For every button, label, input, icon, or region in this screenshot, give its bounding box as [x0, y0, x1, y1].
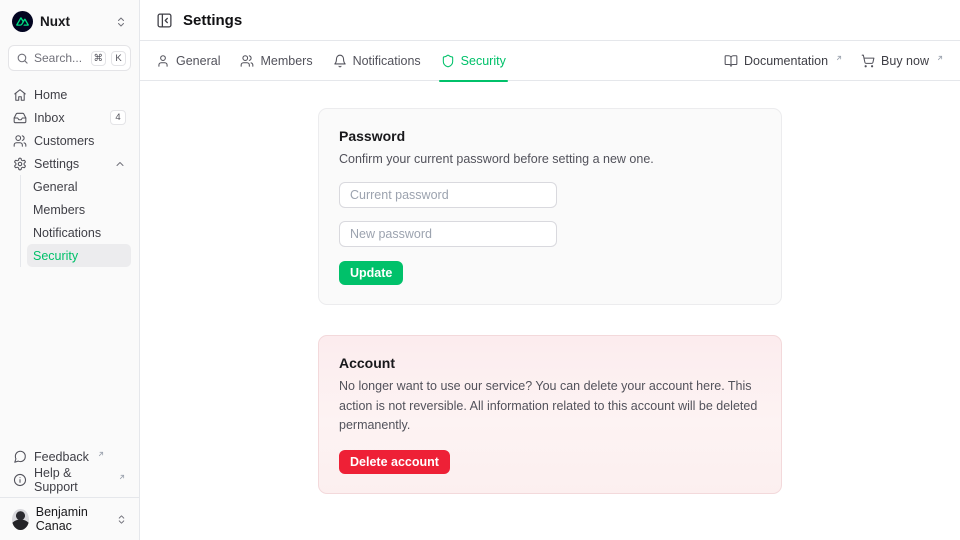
page-header: Settings [140, 0, 960, 41]
kbd-k: K [111, 51, 126, 66]
shopping-cart-icon [861, 54, 875, 68]
documentation-label: Documentation [744, 54, 828, 68]
external-link-icon [118, 473, 126, 481]
sidebar-item-label: Inbox [34, 111, 65, 125]
account-card-title: Account [339, 355, 761, 371]
workspace-switcher[interactable]: Nuxt [8, 8, 131, 35]
external-link-icon [835, 54, 843, 62]
sidebar-item-security[interactable]: Security [27, 244, 131, 267]
sidebar-item-inbox[interactable]: Inbox 4 [8, 106, 131, 129]
sidebar-item-home[interactable]: Home [8, 83, 131, 106]
chevrons-up-down-icon [115, 16, 127, 28]
account-card: Account No longer want to use our servic… [318, 335, 782, 493]
tab-label: Members [260, 54, 312, 68]
book-open-icon [724, 54, 738, 68]
help-support-link[interactable]: Help & Support [8, 468, 131, 491]
feedback-label: Feedback [34, 450, 89, 464]
sidebar-item-label: Settings [34, 157, 79, 171]
update-password-button[interactable]: Update [339, 261, 403, 285]
buy-now-label: Buy now [881, 54, 929, 68]
documentation-link[interactable]: Documentation [724, 54, 843, 68]
sidebar-footer: Feedback Help & Support [8, 445, 131, 497]
external-link-icon [936, 54, 944, 62]
sidebar-item-label: Customers [34, 134, 94, 148]
avatar [12, 509, 29, 530]
account-card-description: No longer want to use our service? You c… [339, 377, 761, 435]
chevron-up-icon [114, 158, 126, 170]
settings-tabbar: General Members Notifications Security [140, 41, 960, 81]
kbd-cmd: ⌘ [91, 51, 107, 66]
collapse-sidebar-button[interactable] [156, 12, 173, 29]
settings-subnav: General Members Notifications Security [20, 175, 131, 267]
sidebar-item-general[interactable]: General [27, 175, 131, 198]
tab-members[interactable]: Members [240, 41, 312, 81]
gear-icon [13, 157, 27, 171]
tab-security[interactable]: Security [441, 41, 506, 81]
sidebar-spacer [8, 267, 131, 445]
nuxt-logo-icon [12, 11, 33, 32]
home-icon [13, 88, 27, 102]
sidebar-item-label: Security [33, 249, 78, 263]
inbox-count-badge: 4 [110, 110, 126, 125]
users-icon [13, 134, 27, 148]
password-card-description: Confirm your current password before set… [339, 150, 761, 169]
search-placeholder: Search... [34, 51, 86, 65]
user-name: Benjamin Canac [36, 505, 109, 533]
sidebar-item-label: Notifications [33, 226, 101, 240]
page-title: Settings [183, 12, 242, 29]
sidebar-item-label: Members [33, 203, 85, 217]
workspace-name: Nuxt [40, 14, 70, 29]
buy-now-link[interactable]: Buy now [861, 54, 944, 68]
chat-bubble-icon [13, 450, 27, 464]
password-card: Password Confirm your current password b… [318, 108, 782, 305]
sidebar: Nuxt Search... ⌘ K Home Inbox 4 [0, 0, 140, 540]
help-support-label: Help & Support [34, 466, 110, 494]
password-card-title: Password [339, 128, 761, 144]
tab-notifications[interactable]: Notifications [333, 41, 421, 81]
sidebar-item-notifications[interactable]: Notifications [27, 221, 131, 244]
sidebar-item-settings[interactable]: Settings [8, 152, 131, 175]
search-icon [16, 52, 29, 65]
chevrons-up-down-icon [116, 514, 127, 525]
tab-label: Notifications [353, 54, 421, 68]
tab-label: Security [461, 54, 506, 68]
inbox-icon [13, 111, 27, 125]
sidebar-item-label: General [33, 180, 77, 194]
delete-account-button[interactable]: Delete account [339, 450, 450, 474]
external-link-icon [97, 450, 105, 458]
info-circle-icon [13, 473, 27, 487]
users-icon [240, 54, 254, 68]
bell-icon [333, 54, 347, 68]
tab-label: General [176, 54, 220, 68]
sidebar-item-label: Home [34, 88, 67, 102]
user-menu[interactable]: Benjamin Canac [0, 497, 139, 540]
sidebar-item-customers[interactable]: Customers [8, 129, 131, 152]
sidebar-item-members[interactable]: Members [27, 198, 131, 221]
tabbar-actions: Documentation Buy now [724, 54, 944, 68]
new-password-input[interactable] [339, 221, 557, 247]
tab-general[interactable]: General [156, 41, 220, 81]
settings-content: Password Confirm your current password b… [140, 81, 960, 540]
current-password-input[interactable] [339, 182, 557, 208]
sidebar-nav: Home Inbox 4 Customers Settings [8, 83, 131, 267]
search-input[interactable]: Search... ⌘ K [8, 45, 131, 71]
shield-icon [441, 54, 455, 68]
user-icon [156, 54, 170, 68]
main-panel: Settings General Members Notifications S… [140, 0, 960, 540]
